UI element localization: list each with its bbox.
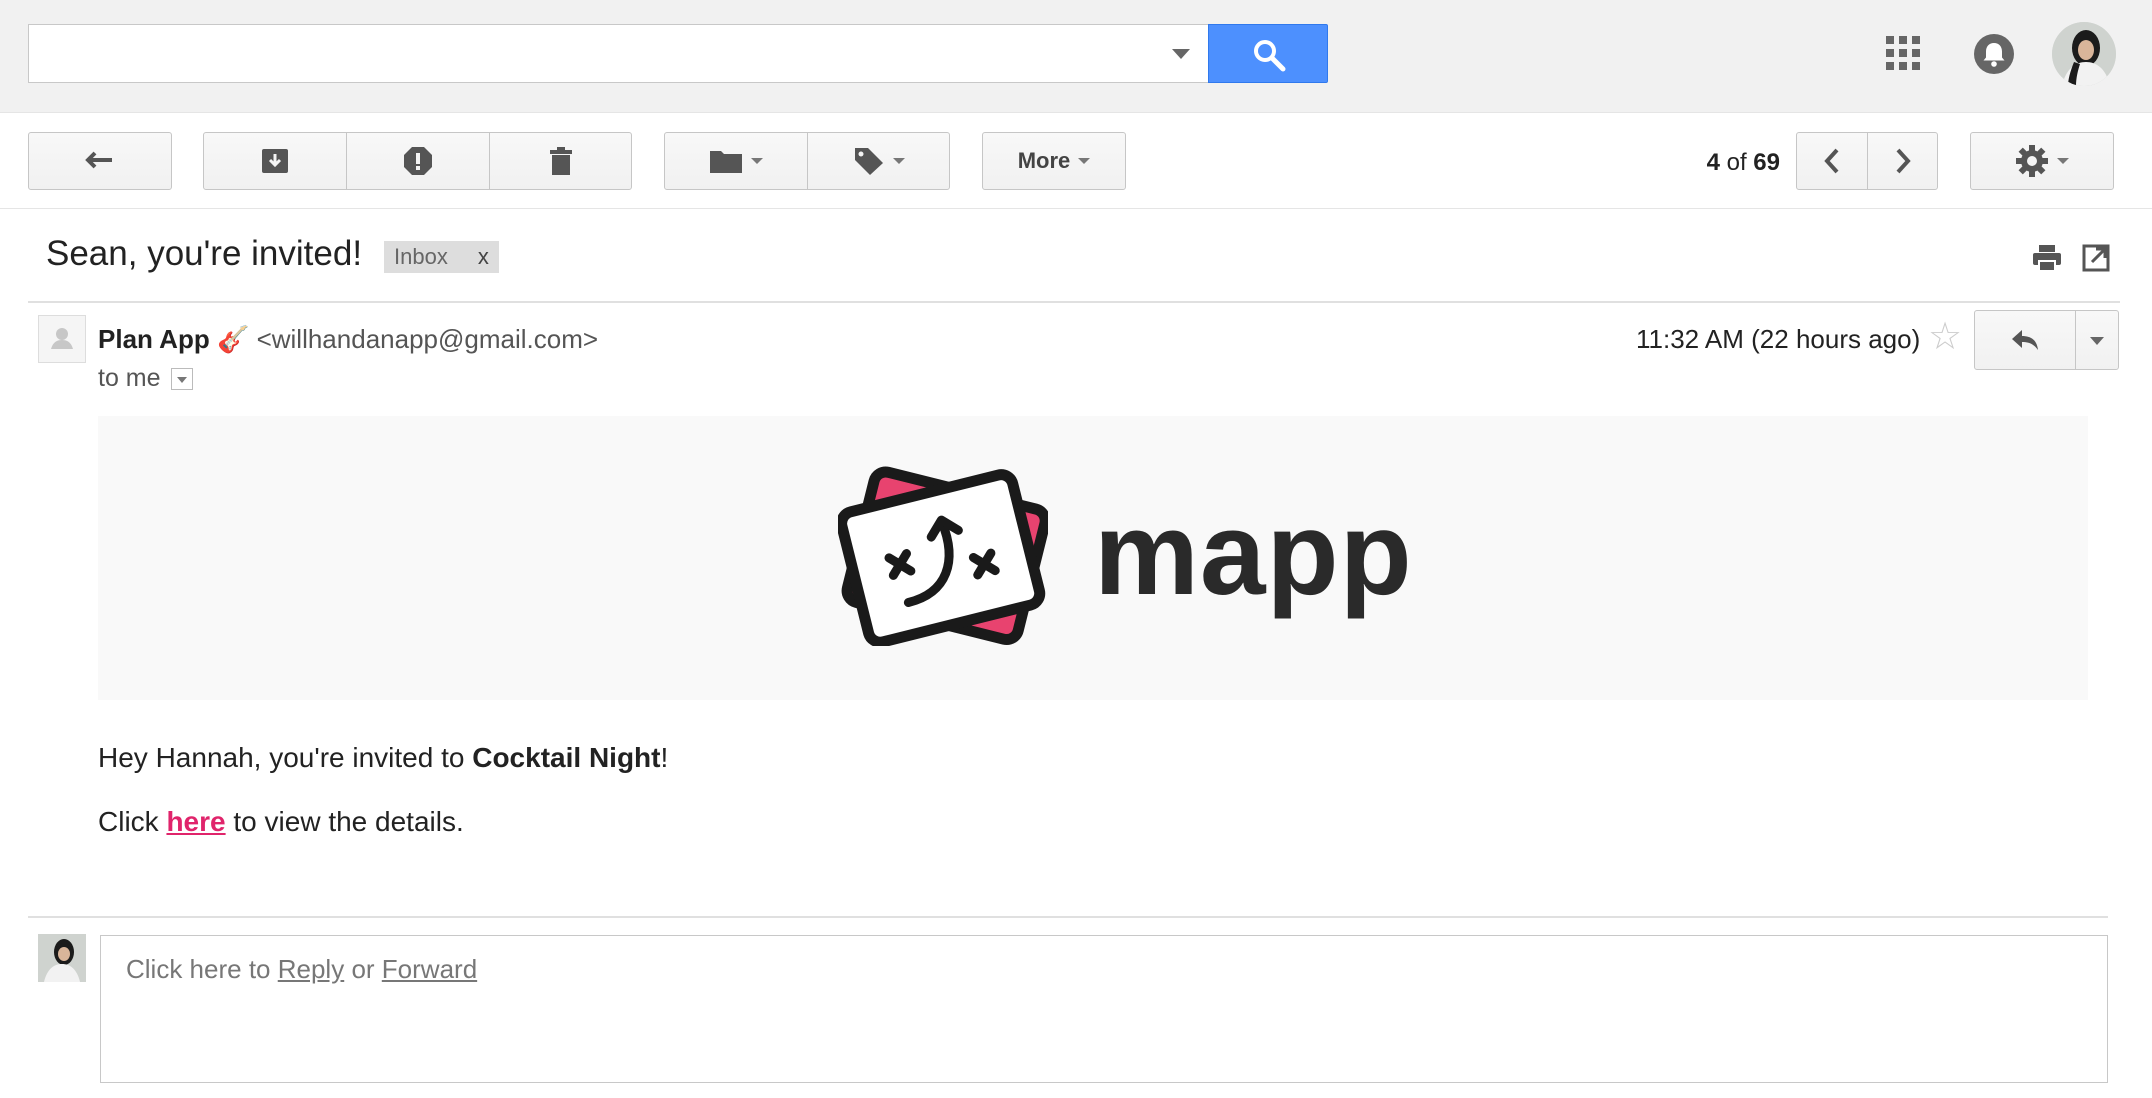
move-to-button[interactable] (664, 132, 808, 190)
more-label: More (1017, 148, 1071, 173)
sender-line: Plan App 🎸 <willhandanapp@gmail.com> (98, 324, 598, 355)
reply-prompt-or: or (344, 954, 382, 984)
click-prefix: Click (98, 806, 167, 837)
reply-link[interactable]: Reply (278, 954, 344, 984)
reply-prompt: Click here to Reply or Forward (126, 954, 477, 985)
archive-button[interactable] (203, 132, 347, 190)
bell-icon[interactable] (1974, 34, 2014, 74)
search-box (28, 24, 1208, 83)
greeting-suffix: ! (660, 742, 669, 773)
more-button[interactable]: More (982, 132, 1126, 190)
search-input[interactable] (29, 25, 1149, 82)
greeting-prefix: Hey Hannah, you're invited to (98, 742, 473, 773)
more-actions-dropdown[interactable] (2075, 310, 2119, 370)
search-icon (1254, 40, 1286, 72)
reply-prompt-prefix: Click here to (126, 954, 278, 984)
labels-button[interactable] (807, 132, 950, 190)
print-icon[interactable] (2032, 244, 2062, 277)
pager-current: 4 (1706, 149, 1720, 176)
label-name: Inbox (394, 244, 448, 269)
open-new-window-icon[interactable] (2082, 244, 2110, 277)
label-tag-icon (854, 148, 883, 175)
back-arrow-icon (85, 151, 112, 169)
chevron-down-icon (892, 158, 905, 164)
email-banner: mapp (98, 416, 2088, 700)
recipient-line: to me (98, 364, 193, 393)
reply-box[interactable]: Click here to Reply or Forward (100, 935, 2108, 1083)
details-link[interactable]: here (166, 806, 225, 837)
account-avatar[interactable] (2052, 22, 2116, 86)
top-bar (0, 0, 2152, 113)
subject-row: Sean, you're invited! Inbox x (0, 210, 2152, 302)
my-avatar (38, 934, 86, 982)
apps-grid-icon[interactable] (1886, 36, 1920, 70)
message-time: 11:32 AM (22 hours ago) (1636, 324, 1921, 354)
invitation-text: Hey Hannah, you're invited to Cocktail N… (98, 742, 668, 774)
chevron-down-icon (1078, 158, 1091, 164)
reply-button[interactable] (1974, 310, 2076, 370)
pager-total: 69 (1753, 149, 1780, 176)
email-subject: Sean, you're invited! (46, 234, 363, 273)
event-name: Cocktail Night (472, 742, 661, 773)
details-dropdown-icon[interactable] (170, 367, 193, 390)
search-options-caret-icon[interactable] (1172, 49, 1190, 59)
forward-link[interactable]: Forward (382, 954, 477, 984)
click-suffix: to view the details. (225, 806, 464, 837)
brand-wordmark: mapp (1094, 488, 1413, 620)
delete-button[interactable] (489, 132, 632, 190)
details-text: Click here to view the details. (98, 806, 464, 838)
pager-of: of (1726, 149, 1747, 176)
remove-label-button[interactable]: x (478, 244, 489, 270)
settings-button[interactable] (1970, 132, 2114, 190)
sender-avatar (38, 315, 86, 363)
chevron-right-icon (1896, 148, 1911, 174)
pager-count: 4 of 69 (1640, 149, 1780, 179)
gear-icon (2016, 145, 2048, 177)
chevron-down-icon (751, 158, 763, 164)
search-button[interactable] (1208, 24, 1328, 83)
recipient-label: to me (98, 364, 161, 392)
reply-icon (2012, 330, 2038, 350)
divider (28, 301, 2120, 303)
sender-name[interactable]: Plan App (98, 324, 210, 354)
sender-email: <willhandanapp@gmail.com> (256, 324, 599, 354)
report-spam-button[interactable] (346, 132, 490, 190)
chevron-down-icon (2057, 158, 2069, 164)
newer-button[interactable] (1796, 132, 1868, 190)
guitar-emoji: 🎸 (216, 324, 250, 354)
back-button[interactable] (28, 132, 172, 190)
chevron-left-icon (1824, 148, 1839, 174)
archive-icon (262, 149, 288, 173)
folder-icon (710, 151, 742, 173)
trash-icon (549, 147, 572, 175)
inbox-label-chip: Inbox x (384, 241, 499, 273)
older-button[interactable] (1867, 132, 1938, 190)
toolbar: More 4 of 69 (0, 114, 2152, 209)
report-spam-icon (404, 147, 432, 175)
divider (28, 916, 2108, 918)
star-icon[interactable]: ☆ (1928, 318, 1962, 356)
person-icon (51, 328, 73, 349)
mapp-logo-icon (838, 466, 1048, 646)
